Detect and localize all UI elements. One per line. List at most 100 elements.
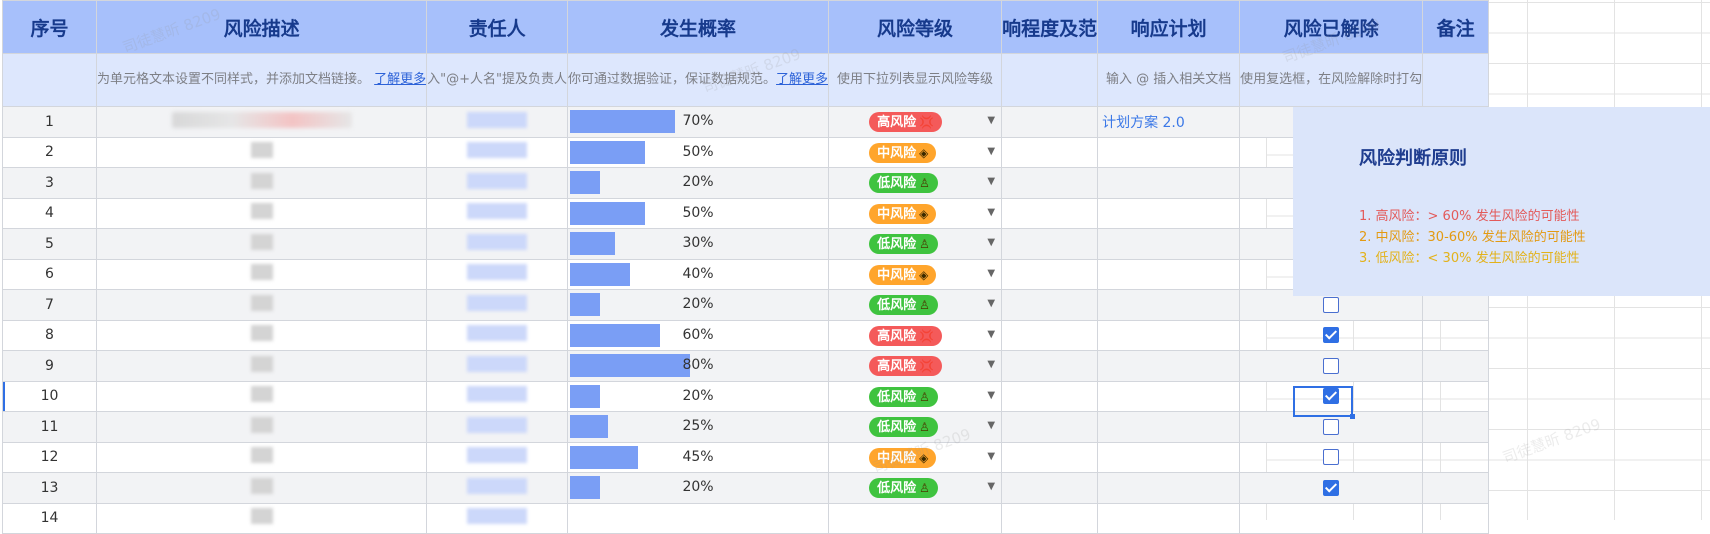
owner-cell[interactable] [426,197,569,229]
owner-cell[interactable] [426,350,569,382]
row-index-cell[interactable]: 7 [2,289,97,321]
row-index-cell[interactable]: 12 [2,441,97,473]
owner-cell[interactable] [426,106,569,138]
resolved-cell[interactable] [1239,472,1424,504]
response-plan-cell[interactable] [1097,350,1241,382]
description-cell[interactable] [95,441,428,473]
risk-level-cell[interactable]: 中风险 ◈ ▼ [828,258,1003,290]
desc-owner[interactable]: 入"@+人名"提及负责人 [426,53,569,107]
resolved-checkbox[interactable] [1323,418,1340,435]
risk-level-cell[interactable]: 中风险 ◈ ▼ [828,197,1003,229]
response-plan-cell[interactable] [1097,502,1241,534]
probability-cell[interactable]: 50% [567,197,830,229]
resolved-checkbox[interactable] [1323,296,1340,313]
risk-level-cell[interactable]: 低风险 ♙ ▼ [828,228,1003,260]
response-plan-cell[interactable] [1097,167,1241,199]
row-index-cell[interactable]: 10 [2,380,97,412]
dropdown-arrow-icon[interactable]: ▼ [987,359,995,370]
impact-cell[interactable] [1001,380,1099,412]
impact-cell[interactable] [1001,502,1099,534]
risk-level-cell[interactable]: 低风险 ♙ ▼ [828,411,1003,443]
response-plan-cell[interactable] [1097,319,1241,351]
description-cell[interactable] [95,167,428,199]
resolved-checkbox[interactable] [1323,479,1340,496]
impact-cell[interactable] [1001,106,1099,138]
response-plan-cell[interactable]: 计划方案 2.0 [1097,106,1241,138]
header-owner[interactable]: 责任人 [426,0,569,54]
desc-description[interactable]: 为单元格文本设置不同样式，并添加文档链接。 了解更多 [95,53,428,107]
risk-level-cell[interactable]: 低风险 ♙ ▼ [828,289,1003,321]
description-cell[interactable] [95,319,428,351]
impact-cell[interactable] [1001,136,1099,168]
learn-more-link[interactable]: 了解更多 [374,72,426,87]
impact-cell[interactable] [1001,472,1099,504]
impact-cell[interactable] [1001,289,1099,321]
risk-level-cell[interactable]: 高风险 💢 ▼ [828,319,1003,351]
header-index[interactable]: 序号 [2,0,97,54]
description-cell[interactable] [95,350,428,382]
header-response-plan[interactable]: 响应计划 [1097,0,1241,54]
resolved-cell[interactable] [1239,350,1424,382]
row-index-cell[interactable]: 9 [2,350,97,382]
probability-cell[interactable] [567,502,830,534]
resolved-cell[interactable] [1239,502,1424,534]
dropdown-arrow-icon[interactable]: ▼ [987,420,995,431]
row-index-cell[interactable]: 8 [2,319,97,351]
desc-impact[interactable] [1001,53,1099,107]
owner-cell[interactable] [426,167,569,199]
probability-cell[interactable]: 45% [567,441,830,473]
dropdown-arrow-icon[interactable]: ▼ [987,268,995,279]
owner-cell[interactable] [426,380,569,412]
learn-more-link[interactable]: 了解更多 [776,72,828,87]
dropdown-arrow-icon[interactable]: ▼ [987,237,995,248]
row-index-cell[interactable]: 2 [2,136,97,168]
response-plan-cell[interactable] [1097,289,1241,321]
response-plan-cell[interactable] [1097,258,1241,290]
header-impact[interactable]: 响程度及范 [1001,0,1099,54]
owner-cell[interactable] [426,472,569,504]
impact-cell[interactable] [1001,197,1099,229]
row-index-cell[interactable]: 1 [2,106,97,138]
row-index-cell[interactable]: 5 [2,228,97,260]
notes-cell[interactable] [1422,411,1490,443]
response-plan-cell[interactable] [1097,136,1241,168]
resolved-cell[interactable] [1239,441,1424,473]
dropdown-arrow-icon[interactable]: ▼ [987,390,995,401]
probability-cell[interactable]: 60% [567,319,830,351]
resolved-checkbox[interactable] [1323,357,1340,374]
response-plan-cell[interactable] [1097,197,1241,229]
row-index-cell[interactable]: 4 [2,197,97,229]
probability-cell[interactable]: 25% [567,411,830,443]
row-index-cell[interactable]: 6 [2,258,97,290]
impact-cell[interactable] [1001,228,1099,260]
dropdown-arrow-icon[interactable]: ▼ [987,176,995,187]
notes-cell[interactable] [1422,350,1490,382]
risk-level-cell[interactable]: 高风险 💢 ▼ [828,350,1003,382]
probability-cell[interactable]: 70% [567,106,830,138]
impact-cell[interactable] [1001,350,1099,382]
description-cell[interactable] [95,136,428,168]
dropdown-arrow-icon[interactable]: ▼ [987,146,995,157]
risk-level-cell[interactable] [828,502,1003,534]
row-index-cell[interactable]: 3 [2,167,97,199]
description-cell[interactable] [95,228,428,260]
dropdown-arrow-icon[interactable]: ▼ [987,329,995,340]
probability-cell[interactable]: 80% [567,350,830,382]
description-cell[interactable] [95,289,428,321]
impact-cell[interactable] [1001,411,1099,443]
response-plan-cell[interactable] [1097,472,1241,504]
risk-level-cell[interactable]: 低风险 ♙ ▼ [828,380,1003,412]
owner-cell[interactable] [426,411,569,443]
row-index-cell[interactable]: 13 [2,472,97,504]
dropdown-arrow-icon[interactable]: ▼ [987,207,995,218]
risk-level-cell[interactable]: 低风险 ♙ ▼ [828,472,1003,504]
notes-cell[interactable] [1422,472,1490,504]
resolved-checkbox[interactable] [1323,327,1340,344]
dropdown-arrow-icon[interactable]: ▼ [987,481,995,492]
desc-index[interactable] [2,53,97,107]
dropdown-arrow-icon[interactable]: ▼ [987,451,995,462]
description-cell[interactable] [95,411,428,443]
response-plan-cell[interactable] [1097,411,1241,443]
impact-cell[interactable] [1001,441,1099,473]
notes-cell[interactable] [1422,319,1490,351]
